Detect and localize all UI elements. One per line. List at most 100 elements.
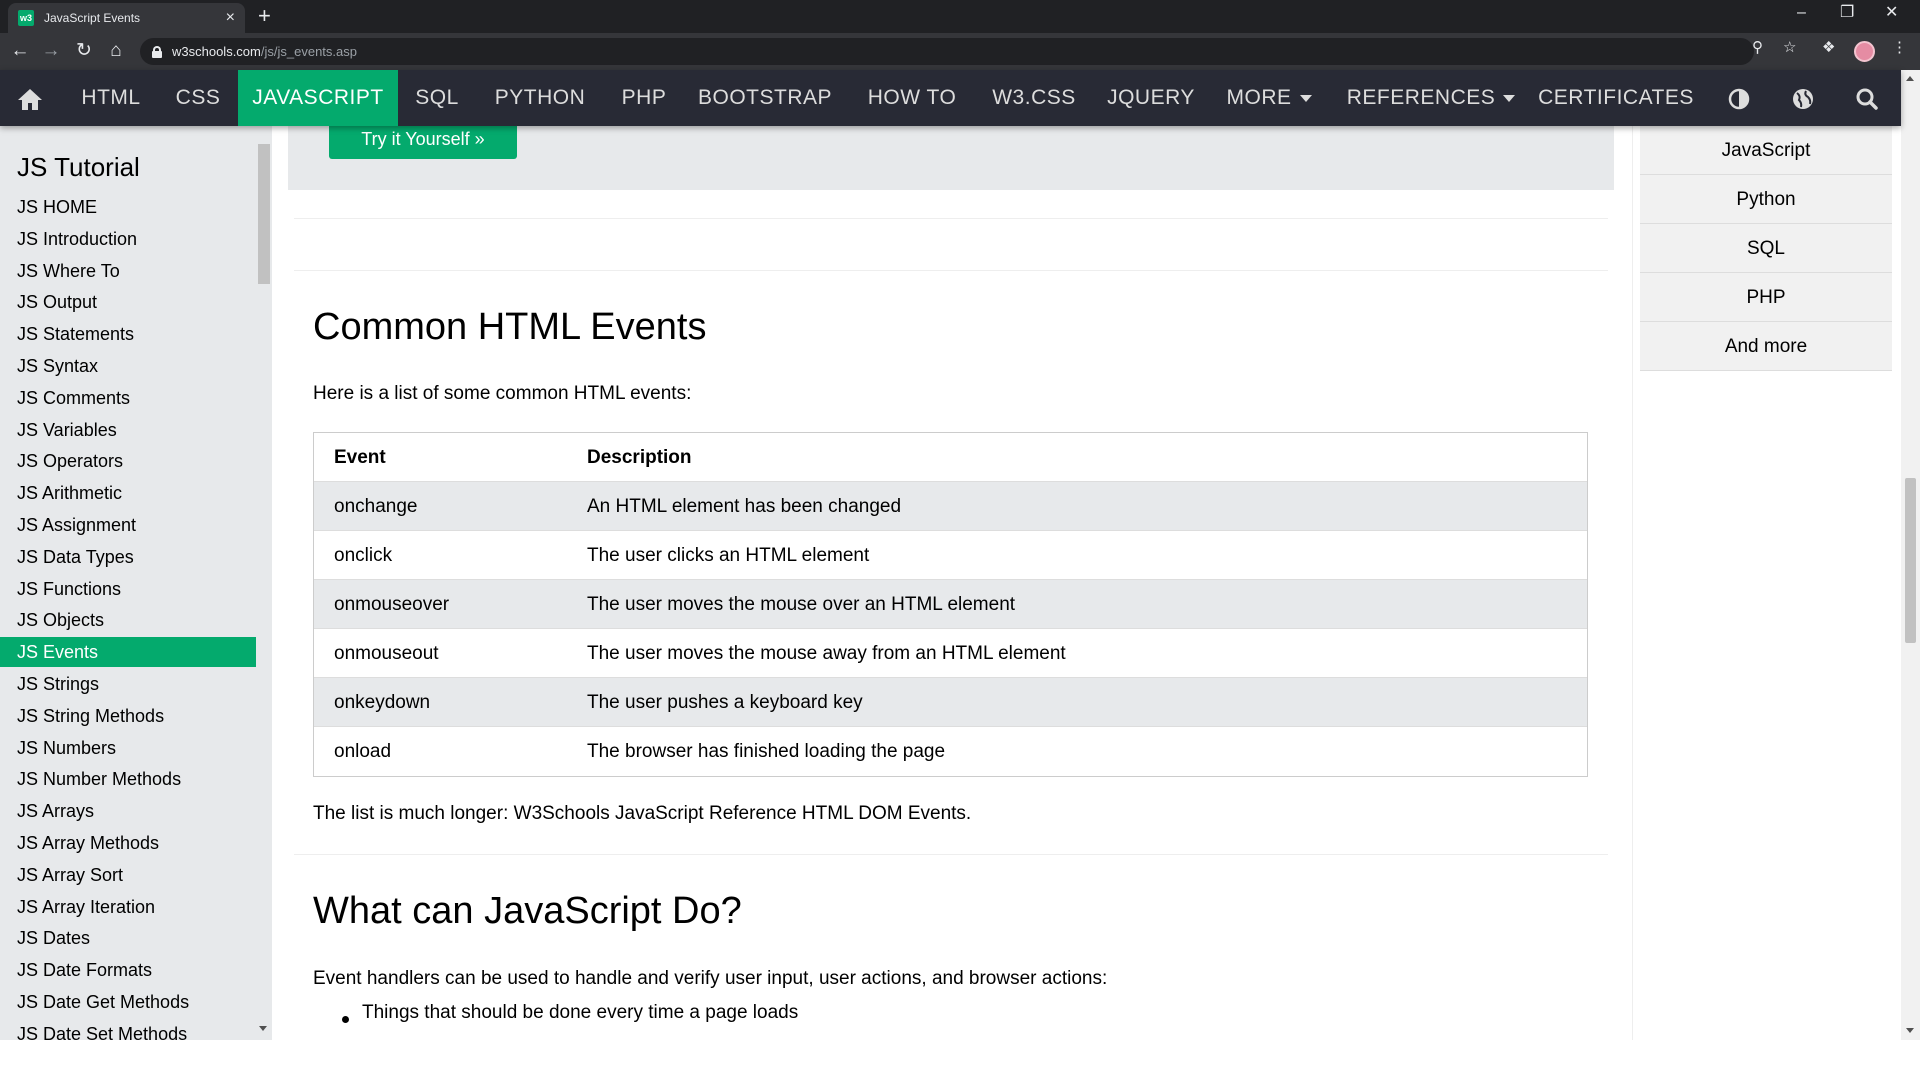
scroll-down-icon[interactable] — [1906, 1028, 1914, 1033]
caret-down-icon — [1299, 94, 1312, 102]
sidebar-item-js-events[interactable]: JS Events — [0, 637, 256, 668]
back-icon[interactable]: ← — [8, 40, 32, 62]
sidebar-item-js-data-types[interactable]: JS Data Types — [0, 542, 256, 572]
reload-icon[interactable]: ↻ — [72, 40, 96, 62]
browser-tab[interactable]: w3 JavaScript Events × — [8, 3, 245, 33]
nav-sql[interactable]: SQL — [402, 70, 472, 126]
sidebar-item-js-syntax[interactable]: JS Syntax — [0, 351, 256, 381]
sidebar-item-js-output[interactable]: JS Output — [0, 287, 256, 317]
sidebar-item-js-operators[interactable]: JS Operators — [0, 446, 256, 476]
close-window-icon[interactable]: ✕ — [1885, 4, 1898, 22]
globe-icon[interactable] — [1786, 70, 1820, 126]
example-box: Try it Yourself » — [288, 126, 1614, 190]
home-icon[interactable]: ⌂ — [104, 40, 128, 62]
event-name-cell: onclick — [334, 545, 393, 566]
sidebar-item-js-arithmetic[interactable]: JS Arithmetic — [0, 478, 256, 508]
sidebar-item-js-comments[interactable]: JS Comments — [0, 383, 256, 413]
minimize-icon[interactable]: – — [1797, 4, 1806, 22]
divider — [294, 854, 1608, 855]
right-link-and-more[interactable]: And more — [1640, 322, 1892, 371]
nav-javascript[interactable]: JAVASCRIPT — [238, 70, 398, 126]
home-icon[interactable] — [12, 70, 48, 126]
star-icon[interactable]: ☆ — [1783, 38, 1796, 56]
sidebar-item-js-date-get-methods[interactable]: JS Date Get Methods — [0, 987, 256, 1017]
right-link-php[interactable]: PHP — [1640, 273, 1892, 322]
list-item: Things that should be done every time a … — [362, 1002, 799, 1023]
sidebar-item-js-functions[interactable]: JS Functions — [0, 574, 256, 604]
page-scrollbar-thumb[interactable] — [1905, 478, 1916, 643]
address-bar[interactable]: w3schools.com/js/js_events.asp — [140, 38, 1754, 65]
event-description-cell: The user moves the mouse away from an HT… — [587, 643, 1066, 664]
profile-avatar[interactable] — [1854, 41, 1875, 62]
lock-icon[interactable] — [152, 45, 162, 58]
sidebar-item-js-where-to[interactable]: JS Where To — [0, 256, 256, 286]
nav-css[interactable]: CSS — [161, 70, 235, 126]
sidebar-item-js-date-set-methods[interactable]: JS Date Set Methods — [0, 1019, 256, 1040]
search-icon[interactable] — [1850, 70, 1884, 126]
new-tab-button[interactable]: + — [258, 5, 271, 27]
sidebar-item-js-date-formats[interactable]: JS Date Formats — [0, 955, 256, 985]
sidebar-item-js-variables[interactable]: JS Variables — [0, 415, 256, 445]
sidebar-item-js-numbers[interactable]: JS Numbers — [0, 733, 256, 763]
left-sidebar: JS Tutorial JS HOME JS Introduction JS Whe… — [0, 126, 272, 1040]
longer-list-note: The list is much longer: W3Schools JavaS… — [313, 803, 972, 824]
page-scrollbar[interactable] — [1901, 70, 1920, 1040]
scroll-up-icon[interactable] — [1906, 76, 1914, 81]
table-row: onload The browser has finished loading t… — [314, 727, 1587, 776]
sidebar-item-js-array-sort[interactable]: JS Array Sort — [0, 860, 256, 890]
nav-more[interactable]: MORE — [1218, 70, 1320, 126]
sidebar-item-js-introduction[interactable]: JS Introduction — [0, 224, 256, 254]
nav-python[interactable]: PYTHON — [484, 70, 596, 126]
browser-toolbar: ← → ↻ ⌂ w3schools.com/js/js_events.asp ⚲… — [0, 33, 1920, 70]
right-link-python[interactable]: Python — [1640, 175, 1892, 224]
extensions-icon[interactable]: ❖ — [1822, 38, 1835, 56]
nav-how-to[interactable]: HOW TO — [854, 70, 970, 126]
nav-references[interactable]: REFERENCES — [1346, 70, 1516, 126]
try-it-yourself-button[interactable]: Try it Yourself » — [329, 126, 517, 159]
menu-icon[interactable]: ⋮ — [1892, 38, 1907, 56]
bullet-dot — [342, 1016, 349, 1023]
sidebar-item-js-number-methods[interactable]: JS Number Methods — [0, 764, 256, 794]
right-link-sql[interactable]: SQL — [1640, 224, 1892, 273]
right-sidebar: JavaScript Python SQL PHP And more — [1632, 126, 1901, 1040]
sidebar-item-js-arrays[interactable]: JS Arrays — [0, 796, 256, 826]
tab-title: JavaScript Events — [44, 11, 141, 25]
sidebar-scroll-down-icon[interactable] — [259, 1026, 267, 1031]
table-row: onmouseover The user moves the mouse over… — [314, 580, 1587, 629]
forward-icon[interactable]: → — [39, 40, 63, 62]
table-row: onchange An HTML element has been changed — [314, 482, 1587, 531]
browser-tabstrip: w3 JavaScript Events × + – ❐ ✕ — [0, 0, 1920, 33]
sidebar-item-js-strings[interactable]: JS Strings — [0, 669, 256, 699]
divider — [1632, 126, 1633, 1040]
divider — [294, 270, 1608, 271]
close-tab-icon[interactable]: × — [226, 10, 235, 26]
bottom-blank-area — [0, 1040, 1920, 1080]
sidebar-item-js-objects[interactable]: JS Objects — [0, 605, 256, 635]
caret-down-icon — [1503, 94, 1516, 102]
nav-certificates[interactable]: CERTIFICATES — [1536, 70, 1696, 126]
nav-html[interactable]: HTML — [64, 70, 158, 126]
sidebar-item-js-array-methods[interactable]: JS Array Methods — [0, 828, 256, 858]
contrast-icon[interactable] — [1722, 70, 1756, 126]
sidebar-item-js-array-iteration[interactable]: JS Array Iteration — [0, 892, 256, 922]
nav-w3css[interactable]: W3.CSS — [984, 70, 1084, 126]
nav-bootstrap[interactable]: BOOTSTRAP — [692, 70, 838, 126]
sidebar-scrollbar-thumb[interactable] — [258, 144, 270, 284]
sidebar-item-js-statements[interactable]: JS Statements — [0, 319, 256, 349]
sidebar-item-js-dates[interactable]: JS Dates — [0, 923, 256, 953]
nav-php[interactable]: PHP — [608, 70, 680, 126]
sidebar-item-js-string-methods[interactable]: JS String Methods — [0, 701, 256, 731]
top-navbar: HTML CSS JAVASCRIPT SQL PYTHON PHP BOOTS… — [0, 70, 1901, 126]
zoom-icon[interactable]: ⚲ — [1752, 38, 1763, 56]
restore-icon[interactable]: ❐ — [1840, 4, 1854, 22]
header-event: Event — [334, 447, 386, 468]
nav-jquery[interactable]: JQUERY — [1100, 70, 1202, 126]
divider — [294, 218, 1608, 219]
sidebar-item-js-assignment[interactable]: JS Assignment — [0, 510, 256, 540]
right-link-javascript[interactable]: JavaScript — [1640, 126, 1892, 175]
sidebar-item-js-home[interactable]: JS HOME — [0, 192, 256, 222]
events-table: Event Description onchange An HTML elemen… — [313, 432, 1588, 777]
event-name-cell: onload — [334, 741, 392, 762]
heading-common-html-events: Common HTML Events — [313, 306, 707, 348]
event-name-cell: onkeydown — [334, 692, 431, 713]
